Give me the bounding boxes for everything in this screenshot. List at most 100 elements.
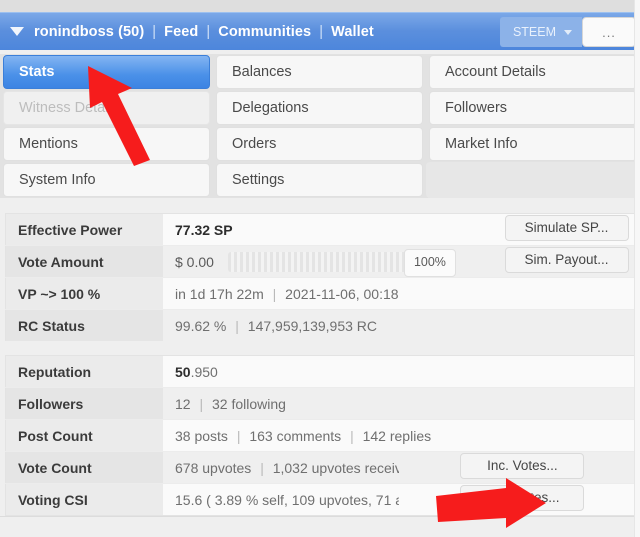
- table-row: RC Status 99.62 % | 147,959,139,953 RC: [5, 309, 635, 342]
- row-value-followers: 12 | 32 following: [163, 387, 635, 420]
- table-row: Followers 12 | 32 following: [5, 387, 635, 420]
- upvotes-received: 1,032 upvotes received: [272, 459, 399, 476]
- posts-count: 38 posts: [175, 427, 228, 444]
- nav-item-feed[interactable]: Feed: [164, 24, 198, 40]
- row-value-effective-power: 77.32 SP: [163, 213, 487, 246]
- more-menu-button[interactable]: ...: [582, 17, 636, 47]
- more-menu-label: ...: [602, 24, 616, 40]
- row-label-voting-csi: Voting CSI: [5, 483, 163, 516]
- table-row: VP ~> 100 % in 1d 17h 22m | 2021-11-06, …: [5, 277, 635, 310]
- vertical-scrollbar[interactable]: [634, 0, 640, 537]
- sim-payout-button[interactable]: Sim. Payout...: [504, 247, 629, 273]
- tab-delegations[interactable]: Delegations: [216, 91, 423, 125]
- row-label-vp-to-100: VP ~> 100 %: [5, 277, 163, 310]
- simulate-sp-button[interactable]: Simulate SP...: [504, 215, 629, 241]
- row-value-voting-csi: 15.6 ( 3.89 % self, 109 upvotes, 71 acco…: [163, 483, 399, 516]
- value-separator: |: [236, 427, 241, 444]
- tab-account-details[interactable]: Account Details: [429, 55, 637, 89]
- stats-table-primary: Effective Power 77.32 SP Simulate SP... …: [5, 213, 635, 342]
- row-label-followers: Followers: [5, 387, 163, 420]
- tab-balances[interactable]: Balances: [216, 55, 423, 89]
- row-value-vote-count: 678 upvotes | 1,032 upvotes received: [163, 451, 399, 484]
- rc-percent-value: 99.62 %: [175, 317, 227, 334]
- page-bottom-strip: [0, 516, 640, 537]
- tab-orders[interactable]: Orders: [216, 127, 423, 161]
- row-value-reputation: 50.950: [163, 355, 635, 388]
- chevron-down-icon[interactable]: [10, 27, 24, 36]
- row-label-vote-count: Vote Count: [5, 451, 163, 484]
- reputation-integer: 50: [175, 363, 191, 380]
- row-value-vp-to-100: in 1d 17h 22m | 2021-11-06, 00:18: [163, 277, 635, 310]
- nav-separator-3: |: [319, 23, 324, 40]
- incoming-votes-button[interactable]: Inc. Votes...: [460, 453, 585, 479]
- table-section-gap: [0, 341, 640, 355]
- comments-count: 163 comments: [249, 427, 342, 444]
- tab-mentions[interactable]: Mentions: [3, 127, 210, 161]
- nav-item-communities[interactable]: Communities: [218, 24, 311, 40]
- value-separator: |: [350, 427, 354, 444]
- nav-account-link[interactable]: ronindboss (50): [34, 24, 144, 40]
- tab-market-info[interactable]: Market Info: [429, 127, 637, 161]
- nav-item-wallet[interactable]: Wallet: [331, 24, 374, 40]
- tab-followers[interactable]: Followers: [429, 91, 637, 125]
- navbar-right-controls: STEEM ...: [499, 13, 640, 50]
- row-action-voting-csi: Out. Votes...: [398, 483, 635, 516]
- currency-selector[interactable]: STEEM: [499, 17, 582, 47]
- vote-amount-inline: $ 0.00 100%: [175, 248, 487, 277]
- tab-system-info[interactable]: System Info: [3, 163, 210, 197]
- tab-system-info-label: System Info: [19, 172, 96, 188]
- tab-balances-label: Balances: [232, 64, 292, 80]
- upvotes-given: 678 upvotes: [175, 459, 252, 476]
- tab-orders-label: Orders: [232, 136, 277, 152]
- row-label-effective-power: Effective Power: [5, 213, 163, 246]
- reputation-fraction: .950: [190, 363, 218, 380]
- steem-account-viewer-window: ronindboss (50) | Feed | Communities | W…: [0, 0, 640, 537]
- stats-table-secondary: Reputation 50.950 Followers 12 | 32 foll…: [5, 355, 635, 516]
- nav-links: ronindboss (50) | Feed | Communities | W…: [34, 24, 374, 40]
- tab-mentions-label: Mentions: [19, 136, 78, 152]
- nav-separator-1: |: [152, 23, 157, 40]
- row-action-effective-power: Simulate SP...: [487, 213, 635, 246]
- outgoing-votes-button[interactable]: Out. Votes...: [460, 485, 585, 511]
- window-top-strip: [0, 0, 640, 12]
- vote-amount-value: $ 0.00: [175, 253, 214, 270]
- table-row: Post Count 38 posts | 163 comments | 142…: [5, 419, 635, 452]
- row-label-vote-amount: Vote Amount: [5, 245, 163, 278]
- navbar: ronindboss (50) | Feed | Communities | W…: [0, 12, 640, 50]
- tab-followers-label: Followers: [445, 100, 508, 116]
- rc-absolute-value: 147,959,139,953 RC: [247, 317, 378, 334]
- table-row: Reputation 50.950: [5, 355, 635, 388]
- table-row: Vote Amount $ 0.00 100% Sim. Payout...: [5, 245, 635, 278]
- value-separator: |: [235, 317, 239, 334]
- table-row: Vote Count 678 upvotes | 1,032 upvotes r…: [5, 451, 635, 484]
- table-row: Voting CSI 15.6 ( 3.89 % self, 109 upvot…: [5, 483, 635, 516]
- tab-witness-details-label: Witness Details: [19, 100, 119, 116]
- tab-market-info-label: Market Info: [445, 136, 518, 152]
- row-label-post-count: Post Count: [5, 419, 163, 452]
- tab-stats-label: Stats: [19, 64, 55, 80]
- tab-settings-label: Settings: [232, 172, 285, 188]
- row-label-rc-status: RC Status: [5, 309, 163, 342]
- row-value-vote-amount: $ 0.00 100%: [163, 245, 487, 278]
- voting-csi-value: 15.6 ( 3.89 % self, 109 upvotes, 71 acco…: [175, 491, 399, 508]
- value-separator: |: [199, 395, 204, 412]
- stats-table-secondary-wrap: Reputation 50.950 Followers 12 | 32 foll…: [0, 355, 640, 516]
- tab-settings[interactable]: Settings: [216, 163, 423, 197]
- row-label-reputation: Reputation: [5, 355, 163, 388]
- effective-power-value: 77.32 SP: [175, 221, 233, 238]
- table-row: Effective Power 77.32 SP Simulate SP...: [5, 213, 635, 246]
- currency-selector-label: STEEM: [512, 25, 556, 39]
- row-action-vote-count: Inc. Votes...: [398, 451, 635, 484]
- row-value-rc-status: 99.62 % | 147,959,139,953 RC: [163, 309, 635, 342]
- tab-witness-details: Witness Details: [3, 91, 210, 125]
- following-count: 32 following: [212, 395, 286, 412]
- stats-table-primary-wrap: Effective Power 77.32 SP Simulate SP... …: [0, 213, 640, 342]
- tab-delegations-label: Delegations: [232, 100, 309, 116]
- row-action-vote-amount: Sim. Payout...: [487, 245, 635, 278]
- tab-stats[interactable]: Stats: [3, 55, 210, 89]
- vp-eta-value: in 1d 17h 22m: [175, 285, 264, 302]
- tab-grid-filler: [426, 162, 640, 198]
- followers-count: 12: [175, 395, 191, 412]
- replies-count: 142 replies: [362, 427, 432, 444]
- nav-separator-2: |: [206, 23, 211, 40]
